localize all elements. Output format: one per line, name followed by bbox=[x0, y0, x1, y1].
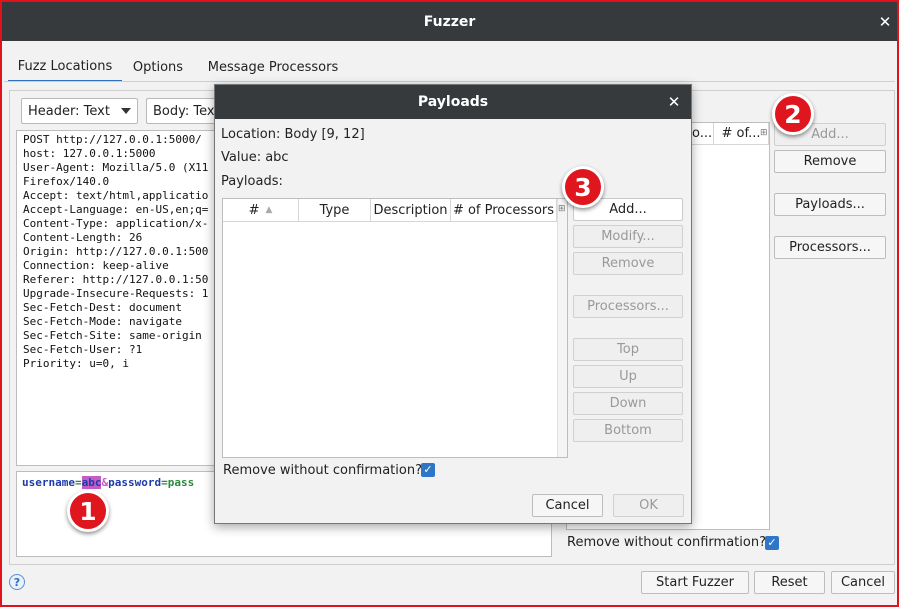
sort-ascending-icon: ▲ bbox=[265, 205, 273, 215]
tab-options[interactable]: Options bbox=[126, 52, 190, 82]
dialog-remove-confirm-checkbox[interactable]: ✓ bbox=[421, 463, 435, 477]
column-header-number-label: # bbox=[248, 202, 260, 218]
header-line: Firefox/140.0 bbox=[23, 175, 110, 188]
annotation-badge-3: 3 bbox=[562, 166, 604, 208]
param-name: password bbox=[108, 476, 162, 489]
header-line: Content-Type: application/x- bbox=[23, 217, 209, 230]
request-body-text[interactable]: username=abc&password=pass bbox=[22, 476, 194, 489]
header-line: User-Agent: Mozilla/5.0 (X11 bbox=[23, 161, 209, 174]
payloads-label: Payloads: bbox=[221, 174, 283, 189]
dialog-cancel-button[interactable]: Cancel bbox=[532, 494, 603, 517]
reset-button[interactable]: Reset bbox=[754, 571, 825, 594]
tab-fuzz-locations[interactable]: Fuzz Locations bbox=[8, 52, 122, 82]
start-fuzzer-button[interactable]: Start Fuzzer bbox=[641, 571, 749, 594]
header-line: Sec-Fetch-Dest: document bbox=[23, 301, 182, 314]
header-line: POST http://127.0.0.1:5000/ bbox=[23, 133, 202, 146]
header-line: Connection: keep-alive bbox=[23, 259, 169, 272]
location-processors-button[interactable]: Processors... bbox=[774, 236, 886, 259]
main-remove-confirm-checkbox[interactable]: ✓ bbox=[765, 536, 779, 550]
header-line: host: 127.0.0.1:5000 bbox=[23, 147, 156, 160]
move-bottom-button[interactable]: Bottom bbox=[573, 419, 683, 442]
help-icon[interactable]: ? bbox=[9, 574, 25, 590]
column-header-type[interactable]: Type bbox=[299, 199, 371, 222]
param-value: pass bbox=[167, 476, 195, 489]
chevron-down-icon bbox=[121, 108, 131, 114]
header-line: Upgrade-Insecure-Requests: 1 bbox=[23, 287, 209, 300]
header-view-select[interactable]: Header: Text bbox=[21, 98, 138, 124]
equals-sign: = bbox=[161, 476, 168, 489]
payloads-table[interactable] bbox=[222, 198, 568, 458]
cancel-button[interactable]: Cancel bbox=[831, 571, 895, 594]
header-line: Sec-Fetch-Mode: navigate bbox=[23, 315, 182, 328]
dialog-remove-confirm-label: Remove without confirmation? bbox=[223, 463, 422, 478]
move-down-button[interactable]: Down bbox=[573, 392, 683, 415]
payload-processors-button[interactable]: Processors... bbox=[573, 295, 683, 318]
tab-divider bbox=[4, 81, 895, 82]
body-view-select-label: Body: Tex bbox=[153, 103, 215, 119]
move-up-button[interactable]: Up bbox=[573, 365, 683, 388]
column-chooser-icon[interactable]: ⊞ bbox=[760, 128, 768, 138]
header-view-select-label: Header: Text bbox=[28, 103, 110, 119]
main-remove-confirm-label: Remove without confirmation? bbox=[567, 535, 766, 550]
column-header[interactable]: o... bbox=[692, 123, 714, 145]
header-line: Origin: http://127.0.0.1:500 bbox=[23, 245, 209, 258]
move-top-button[interactable]: Top bbox=[573, 338, 683, 361]
dialog-title: Payloads bbox=[215, 85, 691, 119]
modify-payload-button[interactable]: Modify... bbox=[573, 225, 683, 248]
value-label: Value: abc bbox=[221, 150, 289, 165]
dialog-close-icon[interactable]: ✕ bbox=[665, 92, 683, 112]
dialog-ok-button[interactable]: OK bbox=[613, 494, 684, 517]
header-line: Priority: u=0, i bbox=[23, 357, 129, 370]
header-line: Sec-Fetch-User: ?1 bbox=[23, 343, 143, 356]
table-scrollbar[interactable] bbox=[557, 199, 567, 457]
column-header-processors[interactable]: # of Processors bbox=[451, 199, 557, 222]
header-line: Sec-Fetch-Site: same-origin bbox=[23, 329, 202, 342]
close-icon[interactable]: ✕ bbox=[876, 12, 894, 32]
tab-message-processors[interactable]: Message Processors bbox=[200, 52, 346, 82]
column-header-number[interactable]: # ▲ bbox=[223, 199, 299, 222]
fuzz-location-highlight[interactable]: abc bbox=[81, 476, 102, 489]
window-title: Fuzzer bbox=[2, 2, 897, 41]
header-line: Accept: text/html,applicatio bbox=[23, 189, 209, 202]
equals-sign: = bbox=[74, 476, 82, 489]
header-line: Referer: http://127.0.0.1:50 bbox=[23, 273, 209, 286]
column-header-description[interactable]: Description bbox=[371, 199, 451, 222]
location-label: Location: Body [9, 12] bbox=[221, 127, 365, 142]
annotation-badge-2: 2 bbox=[772, 93, 814, 135]
header-line: Accept-Language: en-US,en;q= bbox=[23, 203, 209, 216]
annotation-badge-1: 1 bbox=[67, 490, 109, 532]
remove-location-button[interactable]: Remove bbox=[774, 150, 886, 173]
remove-payload-button[interactable]: Remove bbox=[573, 252, 683, 275]
header-line: Content-Length: 26 bbox=[23, 231, 143, 244]
param-name: username bbox=[22, 476, 75, 489]
payloads-button[interactable]: Payloads... bbox=[774, 193, 886, 216]
column-chooser-icon[interactable]: ⊞ bbox=[558, 204, 566, 214]
